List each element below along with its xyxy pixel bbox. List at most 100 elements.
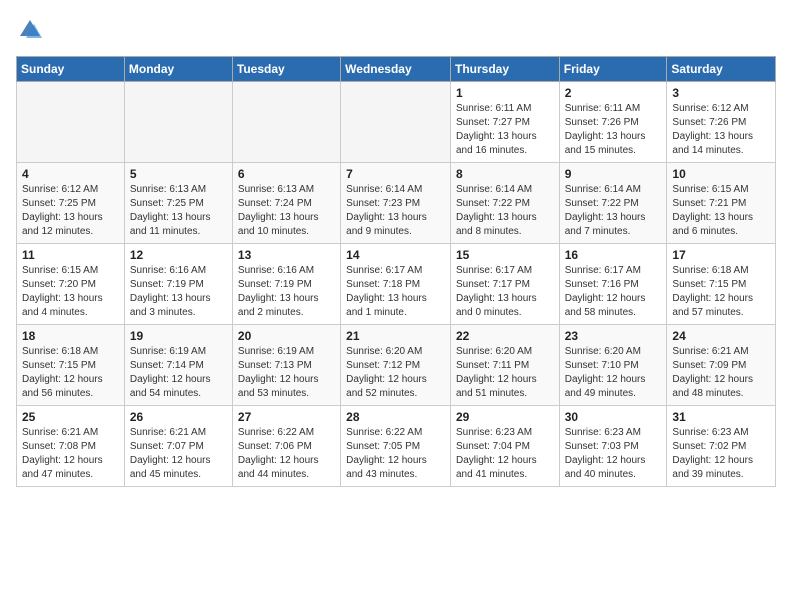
day-detail: Sunrise: 6:22 AM Sunset: 7:06 PM Dayligh… (238, 426, 335, 482)
day-number: 10 (672, 167, 770, 181)
calendar-cell: 7 Sunrise: 6:14 AM Sunset: 7:23 PM Daylig… (341, 163, 451, 244)
week-row-5: 25Sunrise: 6:21 AM Sunset: 7:08 PM Dayli… (17, 406, 776, 487)
day-number: 26 (130, 410, 227, 424)
week-row-1: 1 Sunrise: 6:11 AM Sunset: 7:27 PM Daylig… (17, 82, 776, 163)
day-number: 4 (22, 167, 119, 181)
week-row-4: 18 Sunrise: 6:18 AM Sunset: 7:15 PM Dayli… (17, 325, 776, 406)
calendar-body: 1 Sunrise: 6:11 AM Sunset: 7:27 PM Daylig… (17, 82, 776, 487)
calendar-cell: 29 Sunrise: 6:23 AM Sunset: 7:04 PM Dayli… (450, 406, 559, 487)
calendar-cell: 3 Sunrise: 6:12 AM Sunset: 7:26 PM Daylig… (667, 82, 776, 163)
day-number: 30 (565, 410, 662, 424)
calendar-cell: 2 Sunrise: 6:11 AM Sunset: 7:26 PM Daylig… (559, 82, 667, 163)
logo (16, 16, 48, 44)
day-detail: Sunrise: 6:19 AM Sunset: 7:14 PM Dayligh… (130, 345, 227, 401)
calendar-cell: 8 Sunrise: 6:14 AM Sunset: 7:22 PM Daylig… (450, 163, 559, 244)
day-number: 29 (456, 410, 554, 424)
day-number: 21 (346, 329, 445, 343)
calendar-cell (341, 82, 451, 163)
weekday-header-monday: Monday (124, 57, 232, 82)
day-detail: Sunrise: 6:11 AM Sunset: 7:27 PM Dayligh… (456, 102, 554, 158)
day-number: 2 (565, 86, 662, 100)
weekday-header-wednesday: Wednesday (341, 57, 451, 82)
day-detail: Sunrise: 6:22 AM Sunset: 7:05 PM Dayligh… (346, 426, 445, 482)
day-detail: Sunrise: 6:14 AM Sunset: 7:22 PM Dayligh… (456, 183, 554, 239)
day-number: 25 (22, 410, 119, 424)
day-number: 22 (456, 329, 554, 343)
day-number: 31 (672, 410, 770, 424)
day-number: 18 (22, 329, 119, 343)
day-detail: Sunrise: 6:23 AM Sunset: 7:04 PM Dayligh… (456, 426, 554, 482)
day-detail: Sunrise: 6:20 AM Sunset: 7:11 PM Dayligh… (456, 345, 554, 401)
day-detail: Sunrise: 6:20 AM Sunset: 7:12 PM Dayligh… (346, 345, 445, 401)
day-number: 12 (130, 248, 227, 262)
calendar-cell: 30Sunrise: 6:23 AM Sunset: 7:03 PM Dayli… (559, 406, 667, 487)
day-detail: Sunrise: 6:18 AM Sunset: 7:15 PM Dayligh… (22, 345, 119, 401)
weekday-header-saturday: Saturday (667, 57, 776, 82)
calendar-cell: 5 Sunrise: 6:13 AM Sunset: 7:25 PM Daylig… (124, 163, 232, 244)
calendar-cell: 24 Sunrise: 6:21 AM Sunset: 7:09 PM Dayli… (667, 325, 776, 406)
day-detail: Sunrise: 6:20 AM Sunset: 7:10 PM Dayligh… (565, 345, 662, 401)
calendar-cell: 10 Sunrise: 6:15 AM Sunset: 7:21 PM Dayli… (667, 163, 776, 244)
weekday-header-tuesday: Tuesday (232, 57, 340, 82)
calendar-cell: 28 Sunrise: 6:22 AM Sunset: 7:05 PM Dayli… (341, 406, 451, 487)
weekday-header-thursday: Thursday (450, 57, 559, 82)
calendar-cell: 15 Sunrise: 6:17 AM Sunset: 7:17 PM Dayli… (450, 244, 559, 325)
day-detail: Sunrise: 6:21 AM Sunset: 7:07 PM Dayligh… (130, 426, 227, 482)
calendar-cell: 16Sunrise: 6:17 AM Sunset: 7:16 PM Dayli… (559, 244, 667, 325)
day-number: 1 (456, 86, 554, 100)
day-number: 20 (238, 329, 335, 343)
page-header (16, 16, 776, 44)
day-detail: Sunrise: 6:15 AM Sunset: 7:20 PM Dayligh… (22, 264, 119, 320)
day-number: 8 (456, 167, 554, 181)
day-number: 14 (346, 248, 445, 262)
day-detail: Sunrise: 6:17 AM Sunset: 7:18 PM Dayligh… (346, 264, 445, 320)
week-row-2: 4 Sunrise: 6:12 AM Sunset: 7:25 PM Daylig… (17, 163, 776, 244)
day-detail: Sunrise: 6:16 AM Sunset: 7:19 PM Dayligh… (130, 264, 227, 320)
day-detail: Sunrise: 6:21 AM Sunset: 7:09 PM Dayligh… (672, 345, 770, 401)
calendar-cell: 22 Sunrise: 6:20 AM Sunset: 7:11 PM Dayli… (450, 325, 559, 406)
day-detail: Sunrise: 6:17 AM Sunset: 7:17 PM Dayligh… (456, 264, 554, 320)
calendar-cell: 18 Sunrise: 6:18 AM Sunset: 7:15 PM Dayli… (17, 325, 125, 406)
day-number: 3 (672, 86, 770, 100)
weekday-header-sunday: Sunday (17, 57, 125, 82)
weekday-header-row: SundayMondayTuesdayWednesdayThursdayFrid… (17, 57, 776, 82)
day-detail: Sunrise: 6:15 AM Sunset: 7:21 PM Dayligh… (672, 183, 770, 239)
calendar-cell: 4 Sunrise: 6:12 AM Sunset: 7:25 PM Daylig… (17, 163, 125, 244)
day-number: 9 (565, 167, 662, 181)
calendar-cell: 26 Sunrise: 6:21 AM Sunset: 7:07 PM Dayli… (124, 406, 232, 487)
calendar-cell: 17Sunrise: 6:18 AM Sunset: 7:15 PM Dayli… (667, 244, 776, 325)
day-detail: Sunrise: 6:13 AM Sunset: 7:25 PM Dayligh… (130, 183, 227, 239)
calendar-cell: 14 Sunrise: 6:17 AM Sunset: 7:18 PM Dayli… (341, 244, 451, 325)
calendar-cell: 6 Sunrise: 6:13 AM Sunset: 7:24 PM Daylig… (232, 163, 340, 244)
day-number: 7 (346, 167, 445, 181)
day-detail: Sunrise: 6:13 AM Sunset: 7:24 PM Dayligh… (238, 183, 335, 239)
day-number: 5 (130, 167, 227, 181)
day-number: 11 (22, 248, 119, 262)
day-detail: Sunrise: 6:14 AM Sunset: 7:23 PM Dayligh… (346, 183, 445, 239)
calendar: SundayMondayTuesdayWednesdayThursdayFrid… (16, 56, 776, 487)
day-number: 23 (565, 329, 662, 343)
day-detail: Sunrise: 6:19 AM Sunset: 7:13 PM Dayligh… (238, 345, 335, 401)
calendar-cell: 25Sunrise: 6:21 AM Sunset: 7:08 PM Dayli… (17, 406, 125, 487)
calendar-cell: 19 Sunrise: 6:19 AM Sunset: 7:14 PM Dayli… (124, 325, 232, 406)
day-number: 27 (238, 410, 335, 424)
day-detail: Sunrise: 6:17 AM Sunset: 7:16 PM Dayligh… (565, 264, 662, 320)
calendar-cell: 27 Sunrise: 6:22 AM Sunset: 7:06 PM Dayli… (232, 406, 340, 487)
logo-icon (16, 16, 44, 44)
weekday-header-friday: Friday (559, 57, 667, 82)
day-number: 24 (672, 329, 770, 343)
day-detail: Sunrise: 6:11 AM Sunset: 7:26 PM Dayligh… (565, 102, 662, 158)
calendar-cell (124, 82, 232, 163)
day-detail: Sunrise: 6:12 AM Sunset: 7:25 PM Dayligh… (22, 183, 119, 239)
day-number: 19 (130, 329, 227, 343)
day-number: 15 (456, 248, 554, 262)
day-detail: Sunrise: 6:12 AM Sunset: 7:26 PM Dayligh… (672, 102, 770, 158)
calendar-cell: 12 Sunrise: 6:16 AM Sunset: 7:19 PM Dayli… (124, 244, 232, 325)
day-number: 6 (238, 167, 335, 181)
week-row-3: 11 Sunrise: 6:15 AM Sunset: 7:20 PM Dayli… (17, 244, 776, 325)
calendar-cell: 11 Sunrise: 6:15 AM Sunset: 7:20 PM Dayli… (17, 244, 125, 325)
day-detail: Sunrise: 6:16 AM Sunset: 7:19 PM Dayligh… (238, 264, 335, 320)
day-detail: Sunrise: 6:14 AM Sunset: 7:22 PM Dayligh… (565, 183, 662, 239)
day-number: 28 (346, 410, 445, 424)
day-number: 17 (672, 248, 770, 262)
